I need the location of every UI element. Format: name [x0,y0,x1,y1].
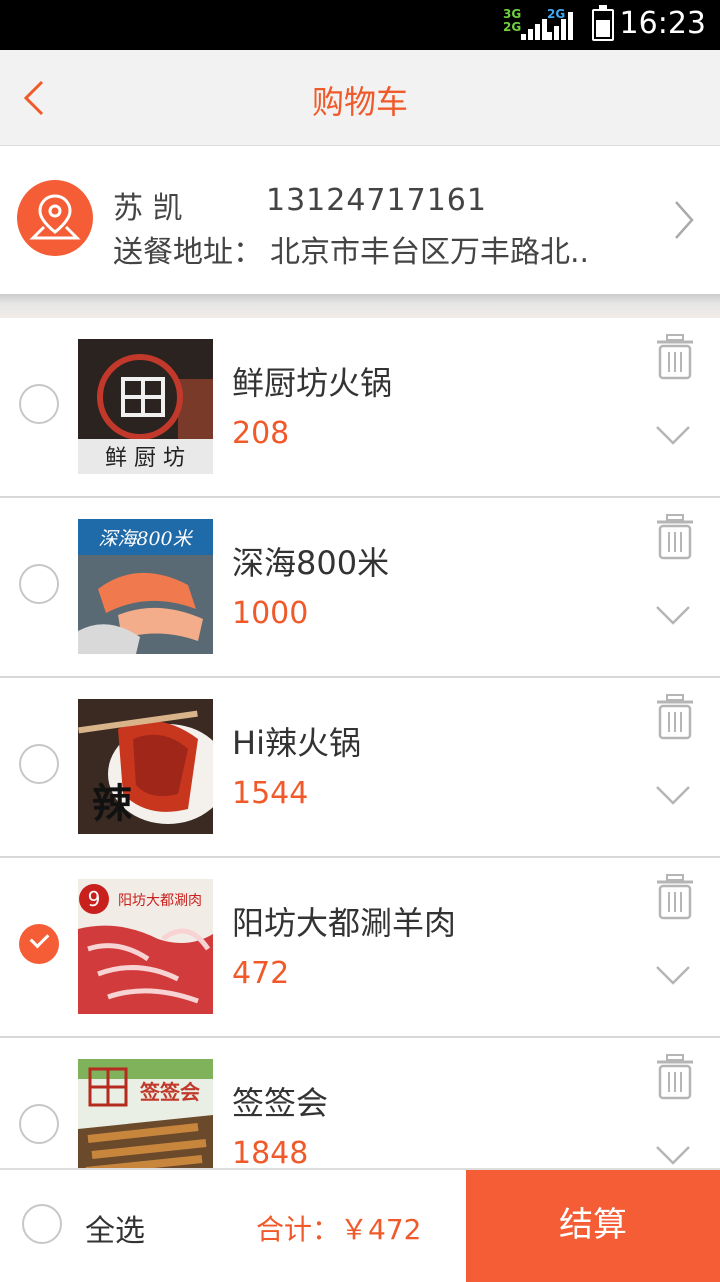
trash-icon[interactable] [655,874,695,920]
battery-icon [592,5,614,41]
item-price: 1848 [232,1136,309,1168]
item-price: 1000 [232,596,309,631]
section-divider [0,294,720,318]
address-text: 北京市丰台区万丰路北.. [270,235,590,270]
item-price: 472 [232,956,290,991]
svg-text:深海800米: 深海800米 [98,528,193,550]
item-name: 签签会 [232,1084,329,1122]
cart-item[interactable]: 鲜 厨 坊 鲜厨坊火锅 208 [0,318,720,498]
cart-footer: 全选 合计：￥472 结算 [0,1168,720,1282]
status-time: 16:23 [619,6,706,41]
select-all-checkbox[interactable] [22,1204,62,1244]
item-checkbox[interactable] [19,1104,59,1144]
item-price: 1544 [232,776,309,811]
cart-item[interactable]: 辣 Hi辣火锅 1544 [0,678,720,858]
location-icon [17,180,93,256]
item-name: 鲜厨坊火锅 [232,364,393,402]
trash-icon[interactable] [655,694,695,740]
cart-item[interactable]: 9 阳坊大都涮肉 阳坊大都涮羊肉 472 [0,858,720,1038]
item-checkbox-checked[interactable] [19,924,59,964]
signal-icon-2 [547,10,573,40]
trash-icon[interactable] [655,1054,695,1100]
chevron-right-icon[interactable] [672,198,696,242]
chevron-down-icon[interactable] [655,784,691,806]
svg-text:辣: 辣 [92,781,133,827]
recipient-name: 苏 凯 [113,191,183,226]
total-price: 合计：￥472 [256,1213,422,1246]
svg-text:9: 9 [88,887,101,911]
svg-text:签签会: 签签会 [139,1080,200,1104]
item-image: 辣 [78,699,213,834]
address-label: 送餐地址： [113,235,263,270]
item-image: 9 阳坊大都涮肉 [78,879,213,1014]
chevron-down-icon[interactable] [655,424,691,446]
page-title: 购物车 [311,83,408,121]
item-image: 签签会 [78,1059,213,1168]
cart-item[interactable]: 签签会 签签会 1848 [0,1038,720,1168]
item-image: 鲜 厨 坊 [78,339,213,474]
address-card[interactable] [0,146,720,294]
trash-icon[interactable] [655,334,695,380]
signal-icon [521,10,547,40]
item-checkbox[interactable] [19,744,59,784]
checkout-button[interactable]: 结算 [466,1170,720,1282]
svg-text:鲜 厨 坊: 鲜 厨 坊 [105,446,185,471]
cart-list[interactable]: 鲜 厨 坊 鲜厨坊火锅 208 深海800米 深海800米 1000 辣 Hi辣… [0,318,720,1168]
chevron-down-icon[interactable] [655,964,691,986]
item-image: 深海800米 [78,519,213,654]
recipient-phone: 13124717161 [266,183,487,218]
item-name: Hi辣火锅 [232,724,361,762]
item-price: 208 [232,416,290,451]
chevron-down-icon[interactable] [655,1144,691,1166]
item-name: 深海800米 [232,544,390,582]
item-name: 阳坊大都涮羊肉 [232,904,457,942]
item-checkbox[interactable] [19,384,59,424]
chevron-down-icon[interactable] [655,604,691,626]
cart-item[interactable]: 深海800米 深海800米 1000 [0,498,720,678]
trash-icon[interactable] [655,514,695,560]
select-all-label[interactable]: 全选 [85,1206,145,1250]
item-checkbox[interactable] [19,564,59,604]
svg-text:阳坊大都涮肉: 阳坊大都涮肉 [118,893,202,909]
status-bar: 3G 2G 2G 16:23 [0,0,720,50]
network-type-3g: 3G 2G [503,7,522,34]
header: 购物车 [0,50,720,146]
